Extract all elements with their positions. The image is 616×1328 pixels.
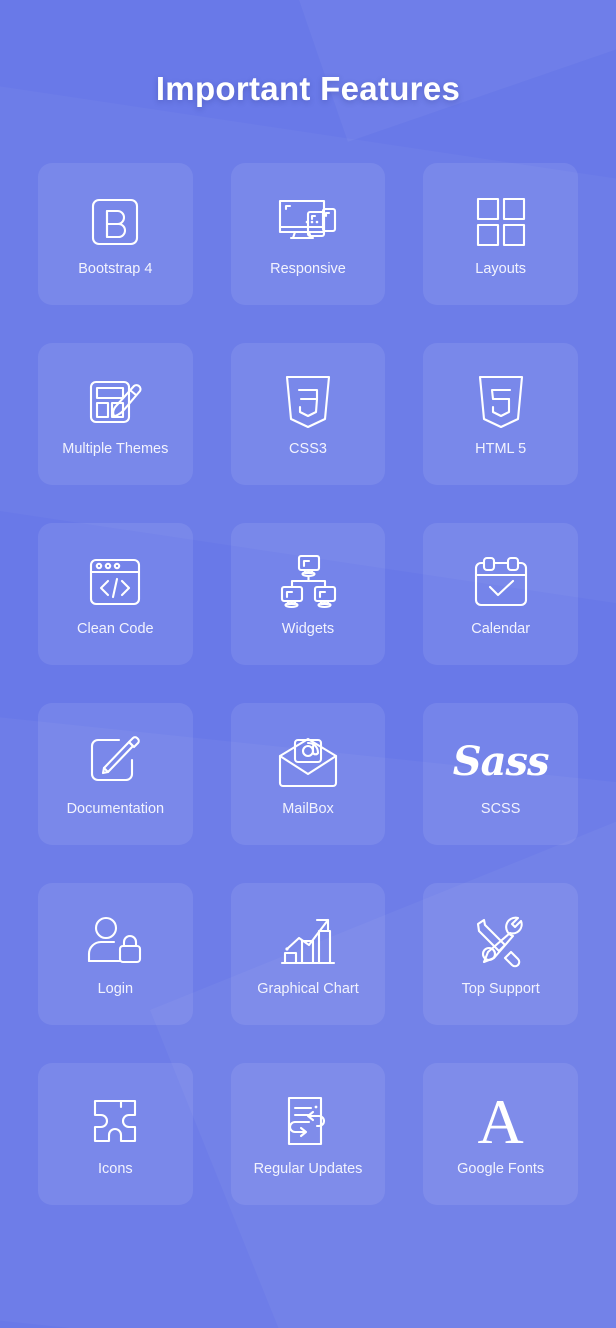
feature-card-clean-code[interactable]: Clean Code	[38, 523, 193, 665]
puzzle-piece-icon	[87, 1089, 143, 1155]
sass-wordmark: Sass	[452, 738, 550, 786]
sass-script-icon: Sass	[452, 729, 550, 795]
pencil-edit-icon	[86, 729, 144, 795]
wrench-screwdriver-icon	[472, 909, 530, 975]
monitor-network-icon	[278, 549, 338, 615]
feature-card-bootstrap-4[interactable]: Bootstrap 4	[38, 163, 193, 305]
feature-label: Google Fonts	[457, 1161, 545, 1178]
code-window-icon	[87, 549, 143, 615]
paint-brush-palette-icon	[86, 369, 144, 435]
page-title: Important Features	[155, 70, 461, 107]
feature-card-mailbox[interactable]: MailBox	[230, 703, 386, 845]
feature-card-login[interactable]: Login	[38, 883, 193, 1025]
calendar-check-icon	[473, 549, 529, 615]
feature-label: Layouts	[475, 261, 527, 278]
feature-card-scss[interactable]: Sass SCSS	[423, 703, 578, 845]
feature-card-graphical-chart[interactable]: Graphical Chart	[230, 883, 386, 1025]
feature-label: Documentation	[66, 801, 165, 818]
feature-card-regular-updates[interactable]: Regular Updates	[230, 1063, 386, 1205]
feature-label: Calendar	[471, 621, 531, 638]
feature-grid: Bootstrap 4 Responsive Layouts Multiple …	[38, 163, 578, 1205]
feature-card-top-support[interactable]: Top Support	[423, 883, 578, 1025]
feature-label: CSS3	[289, 441, 327, 458]
feature-card-icons[interactable]: Icons	[38, 1063, 193, 1205]
feature-label: Widgets	[281, 621, 335, 638]
feature-card-multiple-themes[interactable]: Multiple Themes	[38, 343, 193, 485]
feature-label: Regular Updates	[253, 1161, 363, 1178]
feature-label: HTML 5	[475, 441, 527, 458]
feature-label: Graphical Chart	[257, 981, 359, 998]
feature-card-layouts[interactable]: Layouts	[423, 163, 578, 305]
letter-a-glyph: A	[477, 1085, 524, 1157]
feature-label: Login	[97, 981, 134, 998]
css3-shield-icon	[283, 369, 333, 435]
feature-card-responsive[interactable]: Responsive	[230, 163, 386, 305]
features-page: Important Features Bootstrap 4 Responsiv…	[0, 0, 616, 1328]
feature-card-widgets[interactable]: Widgets	[230, 523, 386, 665]
feature-label: Multiple Themes	[62, 441, 169, 458]
serif-letter-a-icon: A	[478, 1089, 524, 1155]
feature-card-google-fonts[interactable]: A Google Fonts	[423, 1063, 578, 1205]
feature-label: Bootstrap 4	[78, 261, 153, 278]
envelope-at-icon	[277, 729, 339, 795]
user-lock-icon	[86, 909, 144, 975]
feature-card-calendar[interactable]: Calendar	[423, 523, 578, 665]
document-sync-icon	[279, 1089, 337, 1155]
feature-label: MailBox	[282, 801, 334, 818]
grid-layout-icon	[474, 189, 528, 255]
feature-label: Top Support	[461, 981, 540, 998]
bar-chart-arrow-icon	[280, 909, 336, 975]
feature-label: SCSS	[480, 801, 521, 818]
bootstrap-b-icon	[87, 189, 143, 255]
feature-label: Responsive	[270, 261, 346, 278]
feature-card-documentation[interactable]: Documentation	[38, 703, 193, 845]
html5-shield-icon	[476, 369, 526, 435]
feature-card-html-5[interactable]: HTML 5	[423, 343, 578, 485]
responsive-devices-icon	[277, 189, 339, 255]
feature-label: Icons	[97, 1161, 133, 1178]
feature-label: Clean Code	[77, 621, 154, 638]
feature-card-css3[interactable]: CSS3	[230, 343, 386, 485]
